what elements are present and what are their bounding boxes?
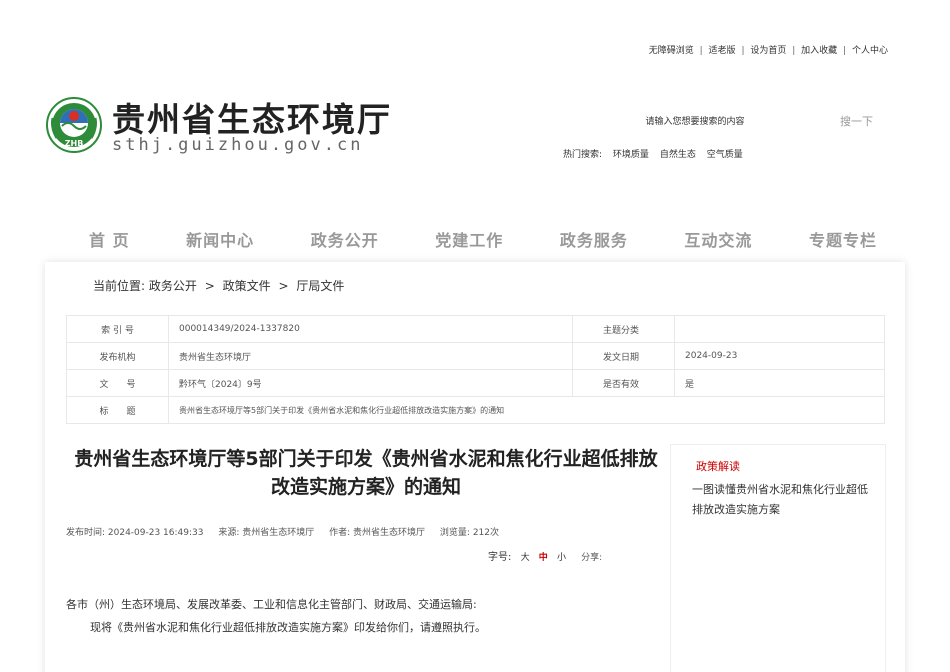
nav-topics[interactable]: 专题专栏 <box>809 227 877 251</box>
site-title[interactable]: 贵州省生态环境厅 <box>112 93 392 141</box>
org-label: 发布机构 <box>66 342 169 370</box>
document-meta-table: 索 引 号 000014349/2024-1337820 主题分类 发布机构 贵… <box>66 315 885 424</box>
nav-home[interactable]: 首 页 <box>89 227 130 251</box>
personal-center-link[interactable]: 个人中心 <box>852 46 888 56</box>
set-homepage-link[interactable]: 设为首页 <box>750 46 786 56</box>
table-row: 文 号 黔环气〔2024〕9号 是否有效 是 <box>66 369 885 397</box>
index-label: 索 引 号 <box>66 315 169 343</box>
divider: | <box>699 46 703 56</box>
font-medium-button[interactable]: 中 <box>539 553 548 563</box>
side-panel-title: 政策解读 <box>696 460 740 473</box>
hot-search: 热门搜索: 环境质量 自然生态 空气质量 <box>563 147 743 160</box>
search-button[interactable]: 搜一下 <box>840 113 873 129</box>
title-label: 标 题 <box>66 396 169 424</box>
breadcrumb-sep: > <box>204 279 215 293</box>
nav-news[interactable]: 新闻中心 <box>186 227 254 251</box>
policy-interpretation-panel <box>670 444 886 672</box>
font-large-button[interactable]: 大 <box>521 553 530 563</box>
emblem-icon: ZHB <box>46 97 102 153</box>
valid-value: 是 <box>674 369 885 397</box>
org-value: 贵州省生态环境厅 <box>168 342 573 370</box>
hot-term-env-quality[interactable]: 环境质量 <box>613 150 649 160</box>
logo-text: ZHB <box>65 139 84 148</box>
date-value: 2024-09-23 <box>674 342 885 370</box>
nav-gov-affairs[interactable]: 政务公开 <box>311 227 379 251</box>
font-size-control: 字号: 大 中 小 分享: <box>488 548 602 563</box>
index-value: 000014349/2024-1337820 <box>168 315 573 343</box>
hot-term-nature[interactable]: 自然生态 <box>660 150 696 160</box>
breadcrumb-prefix: 当前位置: <box>93 279 146 293</box>
font-size-label: 字号: <box>488 552 512 563</box>
elderly-mode-link[interactable]: 适老版 <box>709 46 736 56</box>
nav-interaction[interactable]: 互动交流 <box>684 227 752 251</box>
article-source: 来源: 贵州省生态环境厅 <box>218 528 315 538</box>
article-meta: 发布时间: 2024-09-23 16:49:33 来源: 贵州省生态环境厅 作… <box>66 525 511 538</box>
publish-time: 发布时间: 2024-09-23 16:49:33 <box>66 528 204 538</box>
hot-term-air-quality[interactable]: 空气质量 <box>707 150 743 160</box>
add-favorite-link[interactable]: 加入收藏 <box>801 46 837 56</box>
topic-value <box>674 315 885 343</box>
breadcrumb-gov-affairs[interactable]: 政务公开 <box>149 279 197 293</box>
valid-label: 是否有效 <box>572 369 675 397</box>
accessible-link[interactable]: 无障碍浏览 <box>649 46 694 56</box>
topic-label: 主题分类 <box>572 315 675 343</box>
article-author: 作者: 贵州省生态环境厅 <box>329 528 426 538</box>
table-row: 索 引 号 000014349/2024-1337820 主题分类 <box>66 315 885 343</box>
breadcrumb-policy-docs[interactable]: 政策文件 <box>223 279 271 293</box>
table-row: 标 题 贵州省生态环境厅等5部门关于印发《贵州省水泥和焦化行业超低排放改造实施方… <box>66 396 885 424</box>
font-small-button[interactable]: 小 <box>557 553 566 563</box>
title-value: 贵州省生态环境厅等5部门关于印发《贵州省水泥和焦化行业超低排放改造实施方案》的通… <box>168 396 885 424</box>
main-nav: 首 页 新闻中心 政务公开 党建工作 政务服务 互动交流 专题专栏 <box>45 224 905 254</box>
breadcrumb-sep: > <box>278 279 289 293</box>
top-utility-links: 无障碍浏览 | 适老版 | 设为首页 | 加入收藏 | 个人中心 <box>649 43 888 56</box>
table-row: 发布机构 贵州省生态环境厅 发文日期 2024-09-23 <box>66 342 885 370</box>
hot-search-label: 热门搜索: <box>563 150 603 160</box>
divider: | <box>792 46 796 56</box>
article-body-line: 现将《贵州省水泥和焦化行业超低排放改造实施方案》印发给你们，请遵照执行。 <box>90 621 486 634</box>
divider: | <box>843 46 847 56</box>
view-count: 浏览量: 212次 <box>439 528 499 538</box>
site-domain: sthj.guizhou.gov.cn <box>112 135 364 155</box>
docno-value: 黔环气〔2024〕9号 <box>168 369 573 397</box>
nav-party[interactable]: 党建工作 <box>435 227 503 251</box>
date-label: 发文日期 <box>572 342 675 370</box>
article-salutation: 各市（州）生态环境局、发展改革委、工业和信息化主管部门、财政局、交通运输局: <box>66 598 477 611</box>
nav-services[interactable]: 政务服务 <box>560 227 628 251</box>
docno-label: 文 号 <box>66 369 169 397</box>
policy-interpretation-link[interactable]: 一图读懂贵州省水泥和焦化行业超低排放改造实施方案 <box>692 480 877 520</box>
breadcrumb: 当前位置: 政务公开 > 政策文件 > 厅局文件 <box>93 277 344 294</box>
share-label[interactable]: 分享: <box>581 553 602 563</box>
article-title: 贵州省生态环境厅等5部门关于印发《贵州省水泥和焦化行业超低排放改造实施方案》的通… <box>74 448 658 498</box>
site-logo[interactable]: ZHB <box>45 96 103 154</box>
breadcrumb-bureau-docs[interactable]: 厅局文件 <box>296 279 344 293</box>
divider: | <box>741 46 745 56</box>
search-input[interactable] <box>560 112 830 132</box>
